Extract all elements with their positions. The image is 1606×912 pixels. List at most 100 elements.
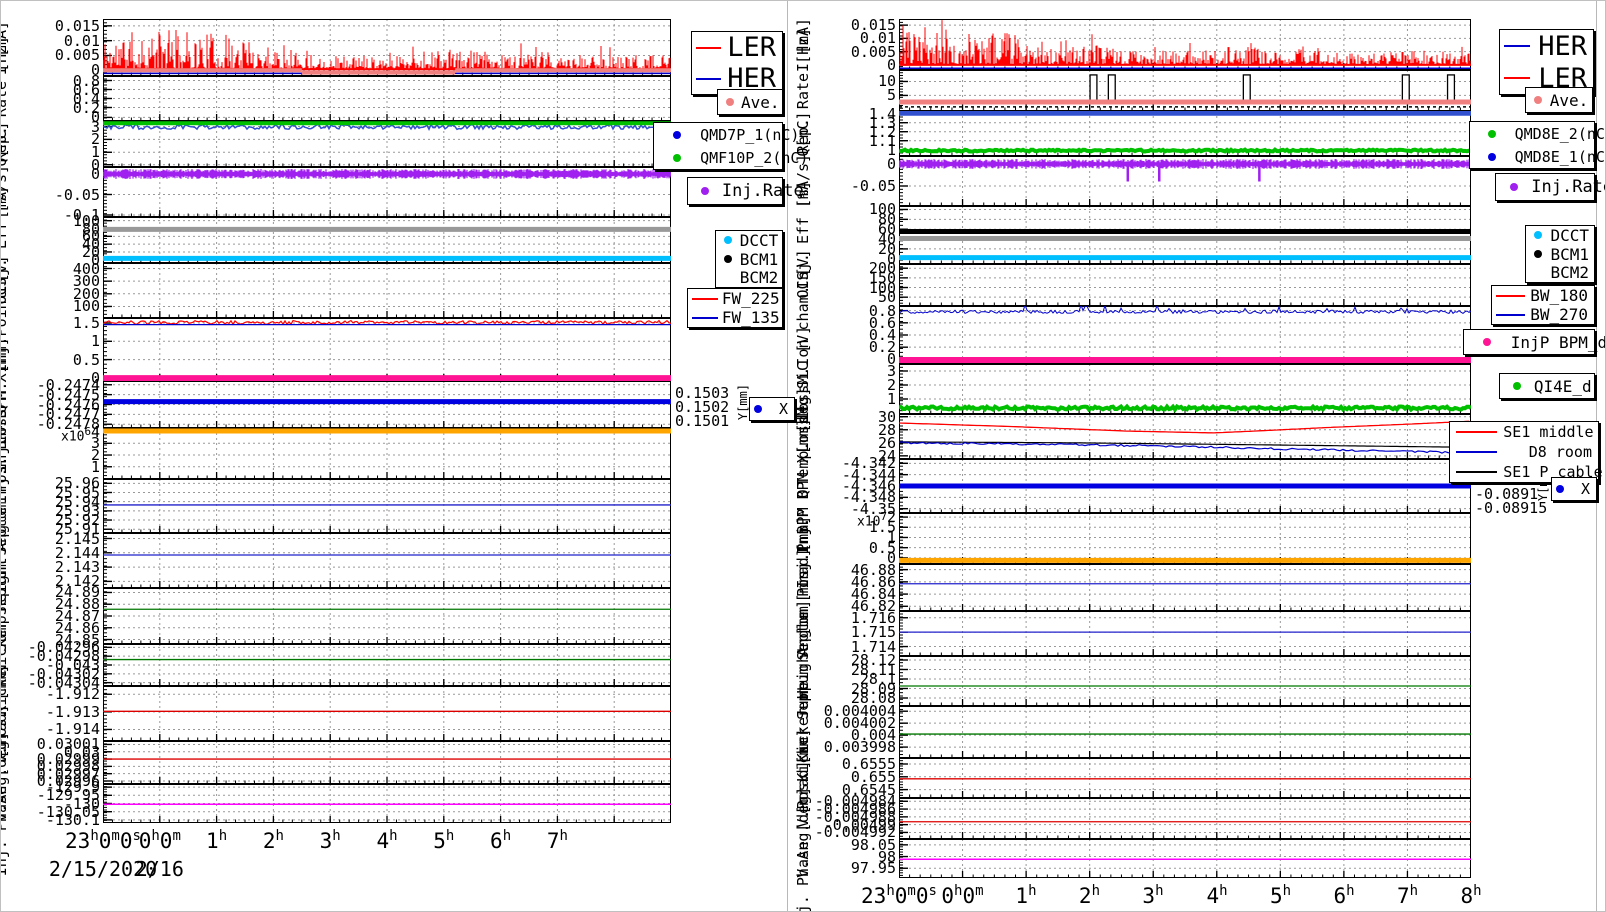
legend-marker [1492, 294, 1529, 297]
strip-chart-lossm-ion-cham-v [899, 306, 1471, 364]
legend-dot-marker [1509, 183, 1518, 191]
y-tick-label: 1 [90, 457, 100, 476]
legend-entry-qmd8e-2-nc: QMD8E_2(nC) [1470, 122, 1605, 145]
legend-line-marker [1455, 471, 1498, 473]
x-tick-label: 6h [1333, 883, 1355, 908]
legend-marker [1470, 152, 1515, 161]
legend-bw-180-bw-270: BW_180 BW_270 [1491, 285, 1595, 325]
legend-marker [1450, 451, 1503, 453]
legend-entry-her: HER [1500, 30, 1593, 62]
legend-label: DCCT [1550, 225, 1589, 245]
legend-entry-bw-270: BW_270 [1492, 305, 1594, 324]
strip-chart-inj-eff [103, 217, 671, 263]
legend-injp-bpm-d: InjP BPM_d [1463, 329, 1605, 355]
y-tick-label: -130.1 [45, 810, 100, 829]
legend-label: X [778, 400, 788, 418]
x-tick-label: 2h [262, 828, 284, 853]
strip-chart-v-ang-mrad [103, 741, 671, 784]
legend-entry-bw-180: BW_180 [1492, 286, 1594, 305]
x-tick-label: 1h [1015, 883, 1037, 908]
her-injection-panel: 0.015 0.01 0.005 0 I [mA] 10 5 Rep. Rate [Hz] 1.… [787, 1, 1606, 911]
legend-label: QMF10P_2(nC) [700, 148, 809, 167]
x-tick-label: 5h [1269, 883, 1292, 908]
strip-chart-inj-p-bpm-x-mm [899, 459, 1471, 513]
strip-chart-inj-phase-deg [899, 839, 1471, 878]
legend-marker [1450, 431, 1503, 433]
legend-line-marker [1503, 77, 1530, 79]
strip-chart-inj-eff [899, 206, 1471, 264]
strip-chart-v-pos-mm [103, 686, 671, 741]
legend-label: Ave. [1549, 90, 1589, 110]
legend-label: BCM1 [1550, 244, 1589, 264]
legend-marker [688, 187, 722, 195]
legend-entry-x: X [750, 398, 794, 420]
strip-chart-ma-s [899, 156, 1471, 206]
y-tick-label: -1.912 [45, 685, 100, 704]
legend-entry-dcct: DCCT [716, 231, 782, 250]
legend-line-marker [1455, 451, 1498, 453]
legend-entry-qmf10p-2-nc: QMF10P_2(nC) [654, 146, 808, 169]
legend-entry-ler: LER [692, 32, 782, 63]
legend-line-marker [1455, 431, 1498, 433]
legend-line-marker [1496, 313, 1525, 316]
x-tick-label: 23h0m0s [65, 828, 141, 853]
strip-chart-q-nc [103, 121, 671, 167]
legend-label: D8 room [1528, 443, 1592, 461]
legend-dot-marker [725, 98, 734, 106]
legend-marker [688, 316, 722, 319]
y-tick-label: -1.913 [45, 702, 100, 721]
legend-marker [718, 98, 741, 106]
strip-chart-q-nc [899, 111, 1471, 156]
axis-exponent: x106 [61, 425, 92, 445]
y-tick-label: 97.95 [850, 859, 896, 878]
x-tick-label: 1h [206, 828, 228, 853]
legend-entry-qmd8e-1-nc: QMD8E_1(nC) [1470, 145, 1605, 168]
legend-label: FW_135 [721, 308, 780, 327]
legend-marker [1526, 96, 1550, 104]
legend-label: QMD8E_2(nC) [1514, 124, 1606, 143]
x-tick-label: 0h0m [138, 828, 181, 853]
legend-entry-bcm1: BCM1 [1526, 245, 1594, 264]
legend-qi4e-d: QI4E_d [1499, 373, 1595, 399]
legend-inj-rate: Inj.Rate [687, 177, 804, 205]
legend-label: HER [1538, 30, 1587, 62]
legend-label: BW_180 [1530, 286, 1588, 305]
legend-ave: Ave. [717, 89, 783, 115]
legend-dot-marker [700, 187, 709, 195]
legend-label: BCM2 [1550, 263, 1589, 283]
legend-fw-225-fw-135: FW_225 FW_135 [687, 288, 783, 328]
legend-marker [1500, 45, 1533, 47]
right-axis-tick-label: -0.08915 [1475, 498, 1548, 517]
date-label: 2/16 [135, 857, 184, 881]
y-tick-label: 0 [886, 55, 896, 74]
legend-marker [654, 130, 700, 139]
legend-label: InjP BPM_d [1510, 332, 1606, 352]
legend-line-marker [695, 46, 721, 49]
legend-entry-se1-middle: SE1 middle [1450, 422, 1598, 442]
legend-marker [1500, 382, 1534, 390]
strip-chart-rep-rate-hz [103, 76, 671, 121]
legend-marker [692, 46, 724, 49]
legend-dot-marker [1534, 250, 1543, 258]
x-tick-label: 6h [490, 828, 512, 853]
legend-marker [1526, 231, 1550, 240]
strip-chart-kicker-jump [103, 644, 671, 686]
y-tick-label: 0.5 [72, 350, 100, 369]
legend-x: X [1551, 477, 1597, 501]
x-tick-label: 8h [1460, 883, 1482, 908]
strip-chart-kicker-height [103, 588, 671, 644]
legend-label: Inj.Rate [1531, 177, 1606, 197]
legend-dot-marker [673, 153, 682, 162]
x-tick-label: 4h [376, 828, 398, 853]
legend-dot-marker [1533, 96, 1542, 104]
strip-chart-loss-m-inj-point-v [103, 318, 671, 381]
x-tick-label: 5h [433, 828, 455, 853]
legend-entry-fw-135: FW_135 [688, 308, 782, 327]
legend-label: DCCT [739, 230, 779, 250]
legend-dot-marker [723, 236, 732, 245]
strip-chart-ma-s [103, 167, 671, 217]
legend-dot-marker [673, 130, 682, 139]
strip-chart-inj-p-bpm-q [899, 513, 1471, 564]
legend-dot-marker [1483, 338, 1492, 346]
x-tick-label: 7h [1396, 883, 1419, 908]
